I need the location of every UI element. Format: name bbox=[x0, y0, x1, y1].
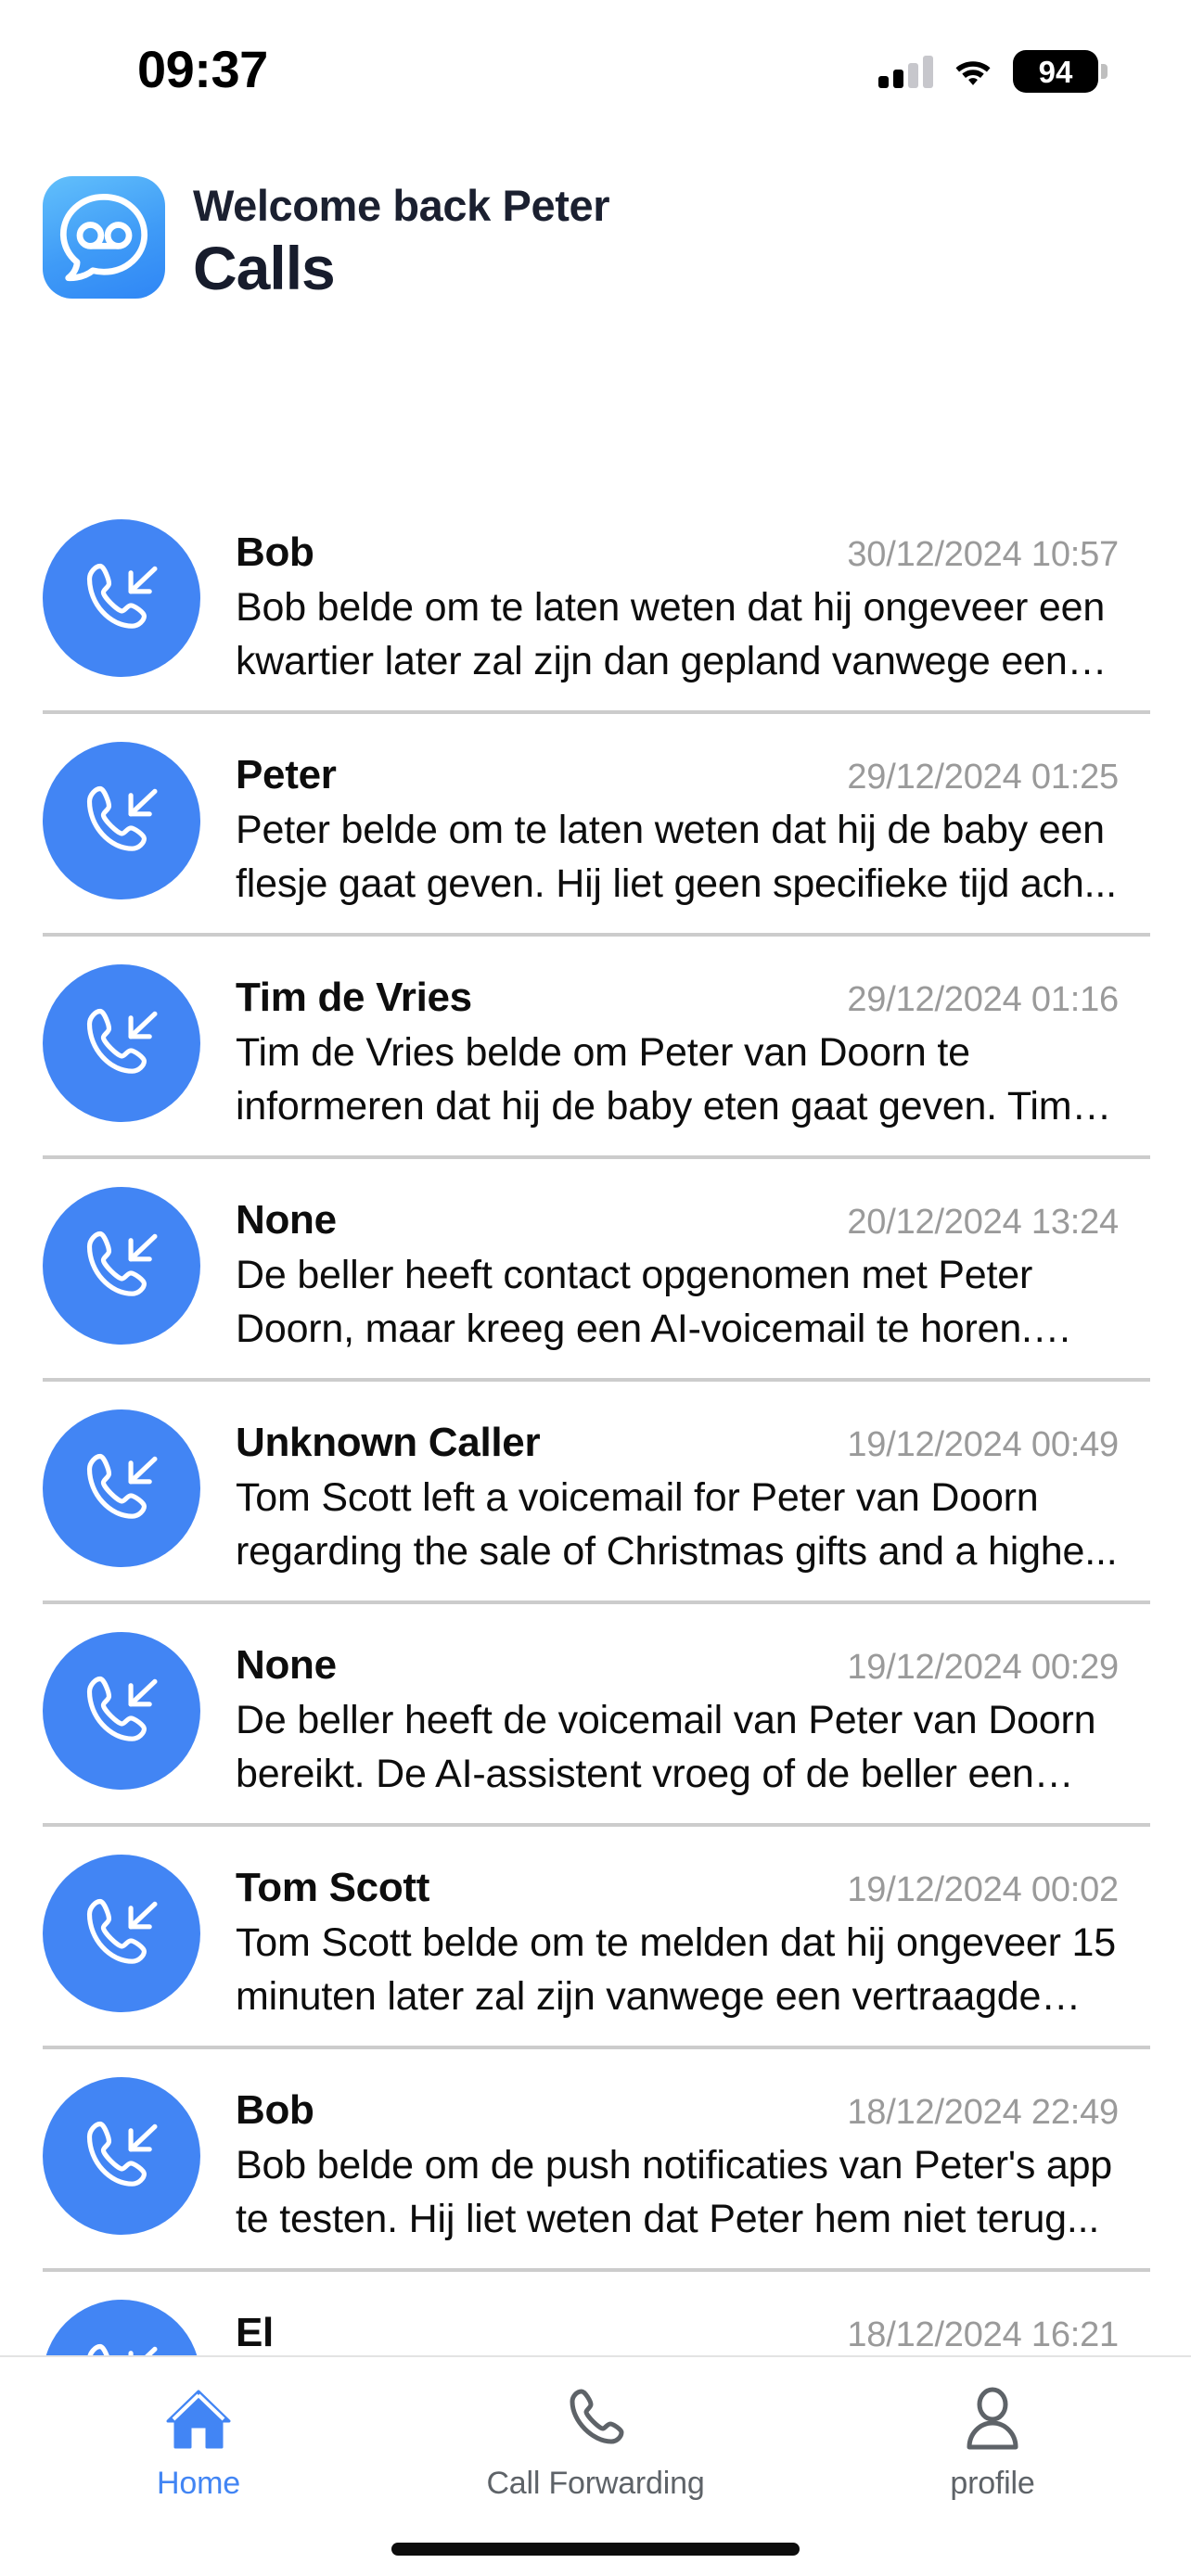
call-caller-name: Tom Scott bbox=[236, 1865, 430, 1910]
call-list-item[interactable]: El 18/12/2024 16:21 bbox=[0, 2272, 1191, 2355]
call-item-body: Bob 30/12/2024 10:57 Bob belde om te laten… bbox=[236, 523, 1119, 688]
call-timestamp: 29/12/2024 01:16 bbox=[847, 980, 1119, 1019]
bottom-tab-bar: Home Call Forwarding profile bbox=[0, 2355, 1191, 2576]
call-list-item[interactable]: Tim de Vries 29/12/2024 01:16 Tim de Vries… bbox=[0, 937, 1191, 1159]
call-timestamp: 19/12/2024 00:49 bbox=[847, 1425, 1119, 1464]
call-timestamp: 20/12/2024 13:24 bbox=[847, 1203, 1119, 1242]
incoming-call-icon bbox=[43, 2077, 200, 2235]
call-summary: Tom Scott left a voicemail for Peter van… bbox=[236, 1475, 1118, 1574]
tab-profile[interactable]: profile bbox=[794, 2379, 1191, 2502]
call-caller-name: Bob bbox=[236, 2087, 314, 2133]
wifi-icon bbox=[954, 57, 992, 86]
call-item-body: Peter 29/12/2024 01:25 Peter belde om te l… bbox=[236, 746, 1119, 911]
voicemail-app-logo-icon bbox=[43, 176, 165, 299]
call-summary: De beller heeft contact opgenomen met Pe… bbox=[236, 1253, 1033, 1351]
welcome-message: Welcome back Peter bbox=[193, 181, 610, 230]
cellular-signal-icon bbox=[878, 55, 933, 88]
call-timestamp: 19/12/2024 00:29 bbox=[847, 1648, 1119, 1687]
incoming-call-icon bbox=[43, 2300, 200, 2355]
call-item-body: Tom Scott 19/12/2024 00:02 Tom Scott belde… bbox=[236, 1858, 1119, 2023]
incoming-call-icon bbox=[43, 1187, 200, 1345]
call-caller-name: None bbox=[236, 1197, 337, 1243]
call-timestamp: 30/12/2024 10:57 bbox=[847, 535, 1119, 574]
call-list[interactable]: Bob 30/12/2024 10:57 Bob belde om te laten… bbox=[0, 491, 1191, 2355]
tab-call-forwarding[interactable]: Call Forwarding bbox=[397, 2379, 794, 2502]
app-screen: 09:37 94 Welcome back Peter Calls Bob 30… bbox=[0, 0, 1191, 2576]
call-timestamp: 18/12/2024 22:49 bbox=[847, 2093, 1119, 2132]
call-item-body: Tim de Vries 29/12/2024 01:16 Tim de Vries… bbox=[236, 968, 1119, 1133]
call-timestamp: 29/12/2024 01:25 bbox=[847, 758, 1119, 797]
call-caller-name: Unknown Caller bbox=[236, 1420, 541, 1465]
call-summary: Peter belde om te laten weten dat hij de… bbox=[236, 808, 1117, 906]
call-caller-name: None bbox=[236, 1642, 337, 1688]
call-item-body: Bob 18/12/2024 22:49 Bob belde om de push … bbox=[236, 2081, 1119, 2246]
call-summary: Bob belde om te laten weten dat hij onge… bbox=[236, 585, 1106, 683]
person-icon bbox=[956, 2379, 1029, 2457]
tab-home-label: Home bbox=[157, 2466, 240, 2501]
page-title: Calls bbox=[193, 234, 336, 302]
call-summary: De beller heeft de voicemail van Peter v… bbox=[236, 1698, 1096, 1796]
call-summary: Tim de Vries belde om Peter van Doorn te… bbox=[236, 1030, 1072, 1129]
incoming-call-icon bbox=[43, 964, 200, 1122]
incoming-call-icon bbox=[43, 742, 200, 899]
call-caller-name: Bob bbox=[236, 529, 314, 575]
home-indicator[interactable] bbox=[391, 2543, 800, 2556]
call-summary: Bob belde om de push notificaties van Pe… bbox=[236, 2143, 1113, 2241]
call-caller-name: El bbox=[236, 2310, 274, 2355]
tab-profile-label: profile bbox=[950, 2466, 1035, 2501]
status-time: 09:37 bbox=[137, 40, 268, 98]
call-list-item[interactable]: Peter 29/12/2024 01:25 Peter belde om te l… bbox=[0, 714, 1191, 937]
status-bar: 09:37 94 bbox=[0, 0, 1191, 139]
phone-forward-icon bbox=[559, 2379, 632, 2457]
tab-call-forwarding-label: Call Forwarding bbox=[486, 2466, 705, 2501]
tab-home[interactable]: Home bbox=[0, 2379, 397, 2502]
call-list-item[interactable]: None 20/12/2024 13:24 De beller heeft cont… bbox=[0, 1159, 1191, 1382]
call-item-body: None 19/12/2024 00:29 De beller heeft de v… bbox=[236, 1636, 1119, 1801]
incoming-call-icon bbox=[43, 1855, 200, 2012]
call-item-body: None 20/12/2024 13:24 De beller heeft cont… bbox=[236, 1191, 1119, 1356]
call-item-body: El 18/12/2024 16:21 bbox=[236, 2303, 1119, 2355]
incoming-call-icon bbox=[43, 519, 200, 677]
call-list-item[interactable]: Unknown Caller 19/12/2024 00:49 Tom Scott … bbox=[0, 1382, 1191, 1604]
home-icon bbox=[162, 2379, 235, 2457]
app-header: Welcome back Peter Calls bbox=[43, 176, 610, 302]
call-list-item[interactable]: Tom Scott 19/12/2024 00:02 Tom Scott belde… bbox=[0, 1827, 1191, 2049]
call-list-item[interactable]: Bob 30/12/2024 10:57 Bob belde om te laten… bbox=[0, 491, 1191, 714]
battery-icon: 94 bbox=[1013, 50, 1108, 93]
call-list-item[interactable]: None 19/12/2024 00:29 De beller heeft de v… bbox=[0, 1604, 1191, 1827]
call-list-item[interactable]: Bob 18/12/2024 22:49 Bob belde om de push … bbox=[0, 2049, 1191, 2272]
status-indicators: 94 bbox=[878, 45, 1108, 98]
call-summary: Tom Scott belde om te melden dat hij ong… bbox=[236, 1920, 1116, 2019]
call-caller-name: Tim de Vries bbox=[236, 975, 472, 1020]
call-timestamp: 19/12/2024 00:02 bbox=[847, 1870, 1119, 1909]
battery-percent: 94 bbox=[1038, 54, 1073, 89]
call-timestamp: 18/12/2024 16:21 bbox=[847, 2315, 1119, 2354]
incoming-call-icon bbox=[43, 1409, 200, 1567]
call-item-body: Unknown Caller 19/12/2024 00:49 Tom Scott … bbox=[236, 1413, 1119, 1578]
incoming-call-icon bbox=[43, 1632, 200, 1790]
call-caller-name: Peter bbox=[236, 752, 337, 797]
